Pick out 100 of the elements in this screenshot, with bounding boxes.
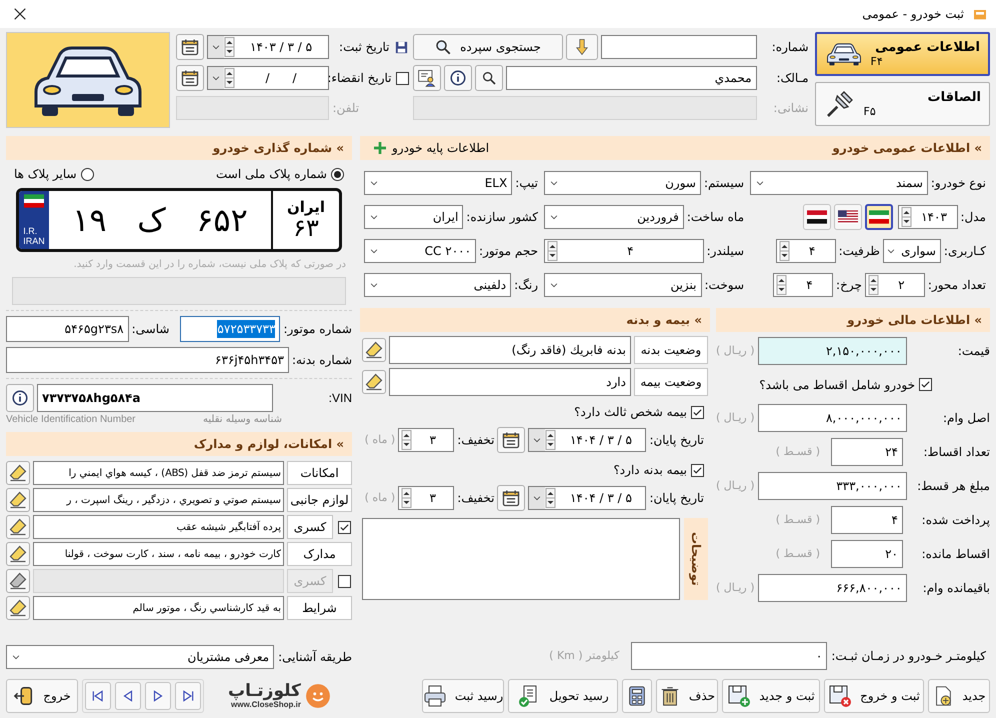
checkbox[interactable] bbox=[396, 72, 409, 84]
eraser-icon bbox=[8, 490, 28, 510]
info-button[interactable] bbox=[444, 65, 472, 91]
text-field[interactable]: سیستم صوتي و تصويري ، دزدگیر ، رینگ اسپرت ، ر bbox=[33, 488, 284, 512]
field-label: تخفیف: bbox=[457, 432, 494, 449]
action-button[interactable]: ثبت و خروج bbox=[824, 679, 924, 713]
notes-field[interactable] bbox=[362, 518, 680, 600]
section-title: » اطلاعات عمومی خودرو bbox=[832, 140, 982, 157]
dropdown[interactable]: ELX bbox=[364, 171, 512, 195]
eraser-button[interactable] bbox=[6, 488, 30, 512]
down-arrow-button[interactable] bbox=[566, 34, 598, 60]
action-button[interactable] bbox=[622, 679, 652, 713]
text-field[interactable]: به قید کارشناسي رنگ ، موتور سالم bbox=[33, 596, 284, 620]
action-button[interactable]: رسید تحویل bbox=[508, 679, 618, 713]
dropdown[interactable]: سورن bbox=[544, 171, 701, 195]
spin-box[interactable]: ۱۴۰۳ bbox=[898, 205, 958, 229]
last-record-button[interactable] bbox=[175, 682, 201, 710]
action-button[interactable]: حذف bbox=[656, 679, 718, 713]
dropdown[interactable]: سمند bbox=[750, 171, 928, 195]
text-field[interactable]: بدنه فابریك (فاقد رنگ) bbox=[389, 336, 631, 364]
eraser-button[interactable] bbox=[362, 338, 386, 362]
eraser-icon bbox=[364, 372, 384, 392]
search-deposit-button[interactable]: جستجوی سپرده bbox=[412, 34, 563, 60]
eraser-button[interactable] bbox=[6, 596, 30, 620]
amount-field[interactable]: ۳۳۳,۰۰۰,۰۰۰ bbox=[758, 472, 907, 500]
spin-box[interactable]: ۴ bbox=[544, 239, 704, 263]
spin-box[interactable]: ۳ bbox=[398, 428, 454, 452]
calendar-button[interactable] bbox=[497, 485, 526, 511]
text-field[interactable]: ۵۴۶۵g۲۳s۸ bbox=[6, 316, 129, 342]
dropdown[interactable]: ۲۰۰۰ CC bbox=[364, 239, 476, 263]
calendar-button[interactable] bbox=[497, 427, 526, 453]
amount-field[interactable]: ۸,۰۰۰,۰۰۰,۰۰۰ bbox=[758, 404, 907, 432]
eraser-button[interactable] bbox=[6, 542, 30, 566]
checkbox[interactable] bbox=[691, 406, 704, 418]
radio-button[interactable] bbox=[331, 168, 344, 180]
date-field[interactable]: ۱۴۰۴ / ۳ / ۵ bbox=[528, 486, 646, 510]
next-record-button[interactable] bbox=[145, 682, 171, 710]
amount-field[interactable]: ۴ bbox=[831, 506, 903, 534]
eraser-button[interactable] bbox=[6, 569, 30, 593]
flag-button[interactable] bbox=[834, 204, 862, 230]
field-label: تاریخ ثبت: bbox=[339, 39, 390, 56]
text-field[interactable]: ۶۳۶j۴۵h۳۴۵۳ bbox=[6, 347, 289, 373]
checkbox[interactable] bbox=[338, 520, 350, 534]
unit-label: ( ریـال ) bbox=[716, 410, 755, 426]
spin-box[interactable]: ۴ bbox=[776, 239, 836, 263]
dropdown[interactable]: فروردین bbox=[544, 205, 684, 229]
date-field[interactable]: ۱۴۰۳ / ۳ / ۵ bbox=[206, 35, 329, 59]
amount-field[interactable]: ۲,۱۵۰,۰۰۰,۰۰۰ bbox=[758, 337, 907, 365]
row-label: مدارک bbox=[287, 542, 352, 566]
action-button[interactable]: جدید bbox=[928, 679, 990, 713]
amount-field[interactable]: ۶۶۶,۸۰۰,۰۰۰ bbox=[758, 574, 907, 602]
dropdown[interactable]: سواری bbox=[882, 239, 941, 263]
flag-button[interactable] bbox=[802, 204, 830, 230]
amount-field[interactable]: ۲۰ bbox=[831, 540, 903, 568]
window-title: ثبت خودرو - عمومی bbox=[861, 6, 964, 23]
checkbox[interactable] bbox=[691, 464, 704, 476]
flag-button[interactable] bbox=[864, 204, 892, 230]
text-field[interactable] bbox=[600, 35, 757, 59]
text-field[interactable]: محمدي bbox=[506, 66, 757, 90]
text-field[interactable]: ۷۳۷۳۷۵۸hg۵۸۴a bbox=[37, 384, 273, 412]
unit-label: ( ریـال ) bbox=[716, 342, 755, 359]
field-label: چرخ: bbox=[836, 277, 862, 294]
first-record-button[interactable] bbox=[85, 682, 111, 710]
checkbox[interactable] bbox=[919, 378, 932, 391]
calendar-button[interactable] bbox=[176, 65, 204, 91]
person-card-button[interactable] bbox=[412, 65, 441, 91]
eraser-button[interactable] bbox=[362, 370, 386, 394]
text-field[interactable]: دارد bbox=[389, 368, 631, 396]
search-button[interactable] bbox=[474, 65, 503, 91]
nav-tab[interactable]: الصاقات F۵ bbox=[814, 82, 990, 126]
smiley-icon bbox=[304, 682, 331, 709]
text-field[interactable]: پرده آفتابگیر شیشه عقب bbox=[33, 515, 284, 539]
eraser-button[interactable] bbox=[6, 515, 30, 539]
calendar-button[interactable] bbox=[176, 34, 204, 60]
exit-button[interactable]: خروج bbox=[6, 679, 78, 713]
spin-box[interactable]: ۳ bbox=[398, 486, 454, 510]
previous-record-button[interactable] bbox=[115, 682, 141, 710]
radio-button[interactable] bbox=[80, 168, 94, 180]
dropdown[interactable]: دلفینی bbox=[364, 273, 512, 297]
text-field[interactable]: کارت خودرو ، بیمه نامه ، سند ، کارت سوخت ، قولنا bbox=[33, 542, 284, 566]
unit-label: ( قسـط ) bbox=[776, 512, 820, 528]
dropdown[interactable]: بنزین bbox=[544, 273, 702, 297]
text-field[interactable]: سیستم ترمز ضد قفل (ABS) ، کیسه هواي ایمني را bbox=[33, 461, 284, 485]
dropdown[interactable]: معرفی مشتریان bbox=[6, 645, 274, 669]
base-info-button[interactable]: اطلاعات پایه خودرو bbox=[368, 139, 494, 157]
text-field[interactable]: ۰ bbox=[631, 642, 828, 670]
amount-field[interactable]: ۲۴ bbox=[831, 438, 903, 466]
dropdown[interactable]: ایران bbox=[364, 205, 464, 229]
action-button[interactable]: رسید ثبت bbox=[422, 679, 504, 713]
date-field[interactable]: / / bbox=[206, 66, 329, 90]
info-button[interactable] bbox=[6, 384, 34, 412]
nav-tab[interactable]: اطلاعات عمومی F۴ bbox=[814, 32, 990, 76]
date-field[interactable]: ۱۴۰۴ / ۳ / ۵ bbox=[528, 428, 646, 452]
field-label: رنگ: bbox=[514, 277, 538, 294]
spin-box[interactable]: ۲ bbox=[864, 273, 925, 297]
spin-box[interactable]: ۴ bbox=[773, 273, 834, 297]
eraser-button[interactable] bbox=[6, 461, 30, 485]
text-field[interactable]: ۵۷۲۵۳۳۷۳۳ bbox=[180, 316, 280, 342]
action-button[interactable]: ثبت و جدید bbox=[722, 679, 820, 713]
plate-serial: ۱۹ bbox=[72, 200, 107, 241]
